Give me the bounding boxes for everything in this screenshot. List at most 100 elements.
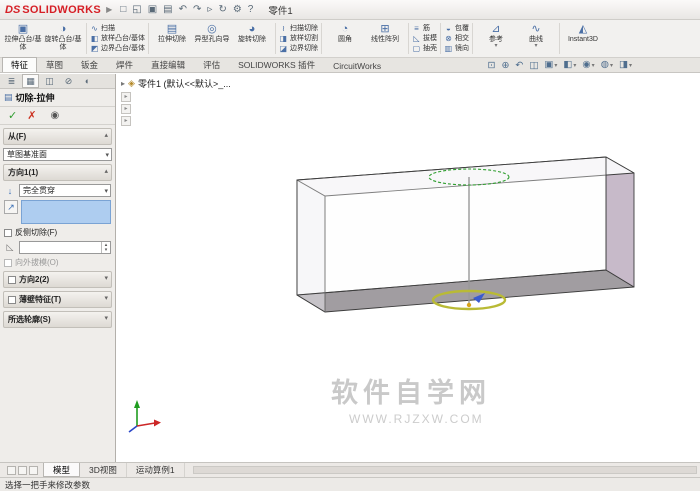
boundary-cut-button[interactable]: ◪ 边界切除: [279, 44, 318, 54]
fillet-button[interactable]: ◔ 圆角: [325, 21, 365, 56]
instant3d-button[interactable]: ◭ Instant3D: [563, 21, 603, 56]
pane-toggle-icon[interactable]: [29, 465, 38, 475]
tab-solidworks-addins[interactable]: SOLIDWORKS 插件: [229, 57, 324, 72]
previous-view-icon[interactable]: ↶: [513, 59, 525, 72]
tab-evaluate[interactable]: 评估: [194, 57, 229, 72]
tab-3d-views[interactable]: 3D视图: [80, 463, 127, 477]
menu-flyout-arrow-icon[interactable]: ▶: [106, 5, 112, 14]
tab-direct-editing[interactable]: 直接编辑: [142, 57, 194, 72]
draft-angle-icon: ◺: [6, 242, 14, 252]
help-icon[interactable]: ?: [245, 1, 257, 19]
swept-cut-button[interactable]: ≀ 扫描切除: [279, 24, 318, 34]
curves-button[interactable]: ∿ 曲线: [516, 21, 556, 56]
intersect-button[interactable]: ⊗ 相交: [444, 34, 469, 44]
feature-tree-root[interactable]: 零件1 (默认<<默认>_...: [138, 77, 231, 90]
lofted-cut-button[interactable]: ◨ 放样切割: [279, 34, 318, 44]
view-settings-icon[interactable]: ◨: [617, 58, 634, 73]
tree-expand-icon[interactable]: ▸: [121, 79, 125, 88]
display-style-icon[interactable]: ◧: [561, 58, 578, 73]
end-condition-select[interactable]: 完全贯穿: [19, 184, 111, 197]
tree-item-chevron-icon[interactable]: ▸: [121, 92, 131, 102]
section-view-icon[interactable]: ◫: [527, 59, 540, 72]
reference-geometry-button[interactable]: ⊿ 参考: [476, 21, 516, 56]
flip-side-checkbox[interactable]: [4, 228, 12, 237]
boundary-boss-button[interactable]: ◩ 边界凸台/基体: [90, 44, 145, 54]
print-icon[interactable]: ▤: [160, 1, 175, 19]
cut-extrude-icon: ▤: [4, 92, 13, 102]
cancel-button[interactable]: ✗: [27, 109, 36, 122]
draft-button[interactable]: ◺ 拔模: [412, 34, 437, 44]
hole-wizard-button[interactable]: ◎ 异型孔向导: [192, 21, 232, 56]
brand-name: SOLIDWORKS: [22, 3, 102, 16]
spinner-arrows-icon[interactable]: [101, 242, 110, 253]
shell-button[interactable]: ▢ 抽壳: [412, 44, 437, 54]
boundary-boss-icon: ◩: [90, 43, 99, 53]
property-manager-title: 切除-拉伸: [15, 93, 55, 103]
configurationmanager-tab[interactable]: ◫: [41, 75, 58, 87]
mirror-button[interactable]: ▥ 镜向: [444, 44, 469, 54]
revolved-boss-button[interactable]: ◑ 旋转凸台/基体: [43, 21, 83, 56]
box-right-face[interactable]: [605, 156, 635, 288]
pane-toggle-icon[interactable]: [7, 465, 16, 475]
tab-weldments[interactable]: 焊件: [107, 57, 142, 72]
redo-icon[interactable]: ↷: [190, 1, 204, 19]
preview-eye-icon[interactable]: ◉: [50, 110, 59, 121]
displaymanager-tab[interactable]: ◐: [79, 75, 96, 87]
direction-reference-box[interactable]: [21, 200, 111, 224]
pane-toggle-icon[interactable]: [18, 465, 27, 475]
property-manager-actions: ✓ ✗ ◉: [0, 107, 115, 125]
from-section-header[interactable]: 从(F): [3, 128, 112, 145]
featuremanager-tab[interactable]: ≣: [3, 75, 20, 87]
linear-pattern-button[interactable]: ⊞ 线性阵列: [365, 21, 405, 56]
propertymanager-tab[interactable]: ▦: [22, 74, 39, 88]
revolved-cut-button[interactable]: ◕ 旋转切除: [232, 21, 272, 56]
hide-show-items-icon[interactable]: ◉: [580, 58, 596, 73]
swept-boss-button[interactable]: ∿ 扫描: [90, 24, 145, 34]
direction2-checkbox[interactable]: [8, 275, 16, 284]
from-plane-select[interactable]: 草图基准面: [3, 148, 112, 161]
lofted-boss-button[interactable]: ◧ 放样凸台/基体: [90, 34, 145, 44]
tab-motion-study[interactable]: 运动算例1: [127, 463, 185, 477]
rebuild-icon[interactable]: ↻: [215, 1, 229, 19]
open-file-icon[interactable]: ◱: [129, 1, 144, 19]
property-manager-panel: ≣ ▦ ◫ ⊘ ◐ ▤ 切除-拉伸 ✓ ✗ ◉ 从(F) 草图基准面 方向1(1…: [0, 74, 116, 462]
edit-appearance-icon[interactable]: ◍: [599, 58, 615, 73]
reverse-direction-button[interactable]: ↗: [4, 200, 18, 214]
selected-contours-section-header[interactable]: 所选轮廓(S): [3, 311, 112, 328]
tree-item-chevron-icon[interactable]: ▸: [121, 116, 131, 126]
zoom-fit-icon[interactable]: ⊡: [485, 59, 497, 72]
wrap-button[interactable]: ◒ 包覆: [444, 24, 469, 34]
outward-draft-checkbox[interactable]: [4, 258, 12, 267]
tab-features[interactable]: 特征: [2, 57, 38, 72]
extruded-cut-button[interactable]: ▤ 拉伸切除: [152, 21, 192, 56]
drag-handle[interactable]: [466, 302, 472, 308]
save-icon[interactable]: ▣: [145, 1, 160, 19]
thin-feature-checkbox[interactable]: [8, 295, 16, 304]
graphics-area[interactable]: ▸ ◈ 零件1 (默认<<默认>_... ▸ ▸ ▸ 软件自学网 WWW.RJZ…: [117, 74, 700, 462]
direction2-section-header[interactable]: 方向2(2): [3, 271, 112, 288]
view-orientation-icon[interactable]: ▣: [542, 58, 559, 73]
reference-geometry-icon: ⊿: [491, 23, 501, 35]
options-icon[interactable]: ⚙: [230, 1, 245, 19]
tree-item-chevron-icon[interactable]: ▸: [121, 104, 131, 114]
tab-model[interactable]: 模型: [43, 463, 81, 477]
select-icon[interactable]: ▹: [204, 1, 215, 19]
tab-circuitworks[interactable]: CircuitWorks: [324, 59, 390, 72]
direction1-section-header[interactable]: 方向1(1): [3, 164, 112, 181]
rib-button[interactable]: ≡ 筋: [412, 24, 437, 34]
watermark: 软件自学网 WWW.RJZXW.COM: [331, 377, 486, 426]
revolved-boss-icon: ◑: [59, 23, 67, 35]
tab-sketch[interactable]: 草图: [37, 57, 72, 72]
ribbon-separator: [407, 23, 409, 54]
ok-button[interactable]: ✓: [8, 109, 17, 122]
tab-sheet-metal[interactable]: 钣金: [72, 57, 107, 72]
draft-angle-field[interactable]: [19, 241, 111, 254]
new-file-icon[interactable]: □: [117, 1, 129, 19]
rib-icon: ≡: [414, 23, 419, 33]
zoom-area-icon[interactable]: ⊕: [499, 59, 511, 72]
dimxpertmanager-tab[interactable]: ⊘: [60, 75, 77, 87]
shell-icon: ▢: [412, 43, 421, 53]
undo-icon[interactable]: ↶: [176, 1, 190, 19]
thin-feature-section-header[interactable]: 薄壁特征(T): [3, 291, 112, 308]
extruded-boss-button[interactable]: ▣ 拉伸凸台/基体: [3, 21, 43, 56]
